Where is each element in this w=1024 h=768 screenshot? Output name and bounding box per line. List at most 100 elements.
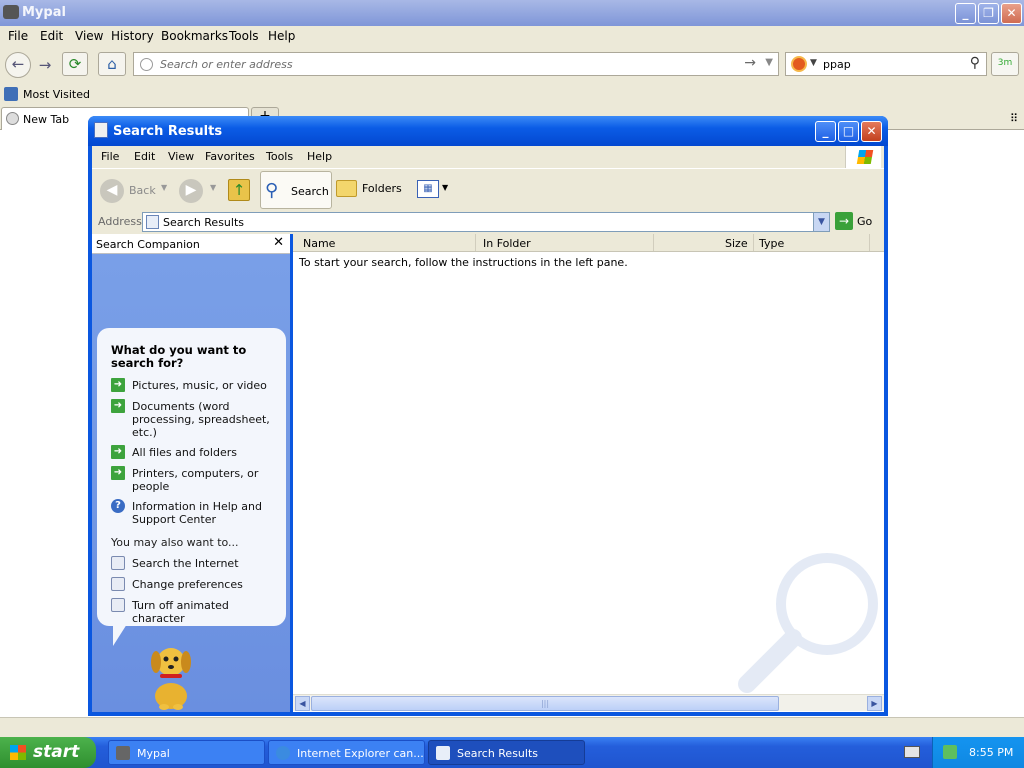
scroll-thumb[interactable]: ||| bbox=[311, 696, 779, 711]
reload-icon[interactable]: ⟳ bbox=[62, 52, 88, 76]
forward-dropdown-icon[interactable]: ▼ bbox=[210, 183, 216, 192]
task-mypal[interactable]: Mypal bbox=[108, 740, 265, 765]
window-title-bar[interactable]: Search Results _ □ ✕ bbox=[88, 116, 888, 146]
option-label: All files and folders bbox=[132, 446, 237, 459]
close-button[interactable]: ✕ bbox=[1001, 3, 1022, 24]
help-icon: ? bbox=[111, 499, 125, 513]
go-arrow-icon[interactable]: → bbox=[744, 55, 756, 71]
mypal-icon bbox=[116, 746, 130, 760]
folders-icon[interactable] bbox=[336, 180, 357, 197]
menu-help[interactable]: Help bbox=[268, 29, 295, 43]
search-results-icon bbox=[436, 746, 450, 760]
explorer-menu-view[interactable]: View bbox=[168, 150, 194, 163]
menu-file[interactable]: File bbox=[8, 29, 28, 43]
empty-message: To start your search, follow the instruc… bbox=[299, 256, 628, 269]
history-dropdown-icon[interactable]: ▼ bbox=[765, 57, 773, 68]
views-icon[interactable]: ▦ bbox=[417, 180, 439, 198]
keyboard-icon[interactable] bbox=[904, 746, 920, 758]
start-label: start bbox=[33, 742, 80, 762]
clock[interactable]: 8:55 PM bbox=[969, 746, 1013, 759]
also-label: You may also want to... bbox=[111, 536, 239, 549]
column-headers: Name In Folder Size Type bbox=[293, 234, 884, 252]
task-label: Search Results bbox=[457, 747, 539, 760]
system-tray: 8:55 PM bbox=[932, 737, 1024, 768]
explorer-menu-edit[interactable]: Edit bbox=[134, 150, 155, 163]
search-results-window: Search Results _ □ ✕ File Edit View Favo… bbox=[88, 116, 888, 716]
window-maximize-button[interactable]: □ bbox=[838, 121, 859, 142]
window-minimize-button[interactable]: _ bbox=[815, 121, 836, 142]
task-search-results[interactable]: Search Results bbox=[428, 740, 585, 765]
scroll-right-icon[interactable]: ▶ bbox=[867, 696, 882, 711]
minimize-button[interactable]: _ bbox=[955, 3, 976, 24]
search-toolbar-button[interactable]: ⚲ Search bbox=[260, 171, 332, 209]
explorer-toolbar: ◀ Back ▼ ▶ ▼ ↑ ⚲ Search Folders ▦ ▼ bbox=[92, 168, 884, 210]
forward-icon[interactable]: ▶ bbox=[179, 179, 203, 203]
column-size[interactable]: Size bbox=[725, 237, 748, 253]
explorer-menu-help[interactable]: Help bbox=[307, 150, 332, 163]
window-close-button[interactable]: ✕ bbox=[861, 121, 882, 142]
option-label: Change preferences bbox=[132, 578, 243, 591]
scroll-left-icon[interactable]: ◀ bbox=[295, 696, 310, 711]
network-icon[interactable] bbox=[943, 745, 957, 759]
menu-bookmarks[interactable]: Bookmarks bbox=[161, 29, 228, 43]
explorer-address-bar: Address Search Results ▼ → Go bbox=[92, 210, 884, 234]
address-dropdown-icon[interactable]: ▼ bbox=[813, 213, 829, 231]
start-button[interactable]: start bbox=[0, 737, 96, 768]
tab-list-icon[interactable]: ⠿ bbox=[1010, 112, 1018, 125]
option-turn-off-character[interactable]: Turn off animated character bbox=[111, 598, 283, 625]
window-title: Search Results bbox=[113, 124, 223, 139]
task-internet-explorer[interactable]: Internet Explorer can... bbox=[268, 740, 425, 765]
go-button-label[interactable]: Go bbox=[857, 215, 872, 228]
explorer-menu-favorites[interactable]: Favorites bbox=[205, 150, 255, 163]
option-documents[interactable]: ➜ Documents (word processing, spreadshee… bbox=[111, 399, 283, 441]
back-button-label[interactable]: Back bbox=[129, 184, 156, 197]
windows-flag-icon bbox=[856, 150, 874, 164]
go-icon[interactable]: → bbox=[835, 212, 853, 230]
explorer-menu-bar: File Edit View Favorites Tools Help bbox=[92, 146, 884, 168]
option-all-files[interactable]: ➜ All files and folders bbox=[111, 445, 283, 461]
search-engine-icon[interactable] bbox=[791, 56, 807, 72]
explorer-menu-file[interactable]: File bbox=[101, 150, 119, 163]
horizontal-scrollbar[interactable]: ◀ ||| ▶ bbox=[293, 694, 884, 711]
menu-history[interactable]: History bbox=[111, 29, 154, 43]
search-icon[interactable]: ⚲ bbox=[970, 55, 980, 71]
column-type[interactable]: Type bbox=[759, 237, 784, 253]
back-dropdown-icon[interactable]: ▼ bbox=[161, 183, 167, 192]
search-box[interactable]: ▼ ppap ⚲ bbox=[785, 52, 987, 76]
option-change-preferences[interactable]: Change preferences bbox=[111, 577, 283, 593]
search-button-label: Search bbox=[291, 185, 329, 198]
up-folder-icon[interactable]: ↑ bbox=[228, 179, 250, 201]
search-dog-character[interactable] bbox=[144, 636, 198, 710]
option-help-center[interactable]: ? Information in Help and Support Center bbox=[111, 499, 283, 529]
explorer-menu-tools[interactable]: Tools bbox=[266, 150, 293, 163]
back-arrow-icon[interactable]: ← bbox=[5, 52, 31, 78]
browser-title-bar: Mypal _ ❐ ✕ bbox=[0, 0, 1024, 26]
taskbar: start Mypal Internet Explorer can... Sea… bbox=[0, 737, 1024, 768]
option-label: Information in Help and Support Center bbox=[132, 500, 262, 526]
menu-view[interactable]: View bbox=[75, 29, 103, 43]
back-icon[interactable]: ◀ bbox=[100, 179, 124, 203]
forward-arrow-icon[interactable]: → bbox=[33, 54, 57, 76]
menu-tools[interactable]: Tools bbox=[229, 29, 259, 43]
column-name[interactable]: Name bbox=[303, 237, 335, 253]
windows-flag-icon bbox=[10, 745, 26, 760]
option-pictures[interactable]: ➜ Pictures, music, or video bbox=[111, 378, 283, 394]
home-icon[interactable]: ⌂ bbox=[98, 52, 126, 76]
engine-dropdown-icon[interactable]: ▼ bbox=[810, 58, 817, 68]
restore-button[interactable]: ❐ bbox=[978, 3, 999, 24]
green-arrow-icon: ➜ bbox=[111, 445, 125, 459]
bookmark-icon bbox=[4, 87, 18, 101]
menu-edit[interactable]: Edit bbox=[40, 29, 63, 43]
folders-button-label[interactable]: Folders bbox=[362, 182, 402, 195]
option-label: Documents (word processing, spreadsheet,… bbox=[132, 400, 270, 439]
addon-button[interactable]: 3m bbox=[991, 52, 1019, 76]
views-dropdown-icon[interactable]: ▼ bbox=[442, 183, 448, 192]
explorer-address-field[interactable]: Search Results ▼ bbox=[142, 212, 830, 232]
most-visited-bookmark[interactable]: Most Visited bbox=[23, 88, 90, 101]
option-search-internet[interactable]: Search the Internet bbox=[111, 556, 283, 572]
animated-character-icon bbox=[111, 598, 125, 612]
option-printers[interactable]: ➜ Printers, computers, or people bbox=[111, 466, 283, 496]
address-bar[interactable]: Search or enter address → ▼ bbox=[133, 52, 779, 76]
column-in-folder[interactable]: In Folder bbox=[483, 237, 531, 253]
close-pane-icon[interactable]: ✕ bbox=[273, 235, 284, 250]
